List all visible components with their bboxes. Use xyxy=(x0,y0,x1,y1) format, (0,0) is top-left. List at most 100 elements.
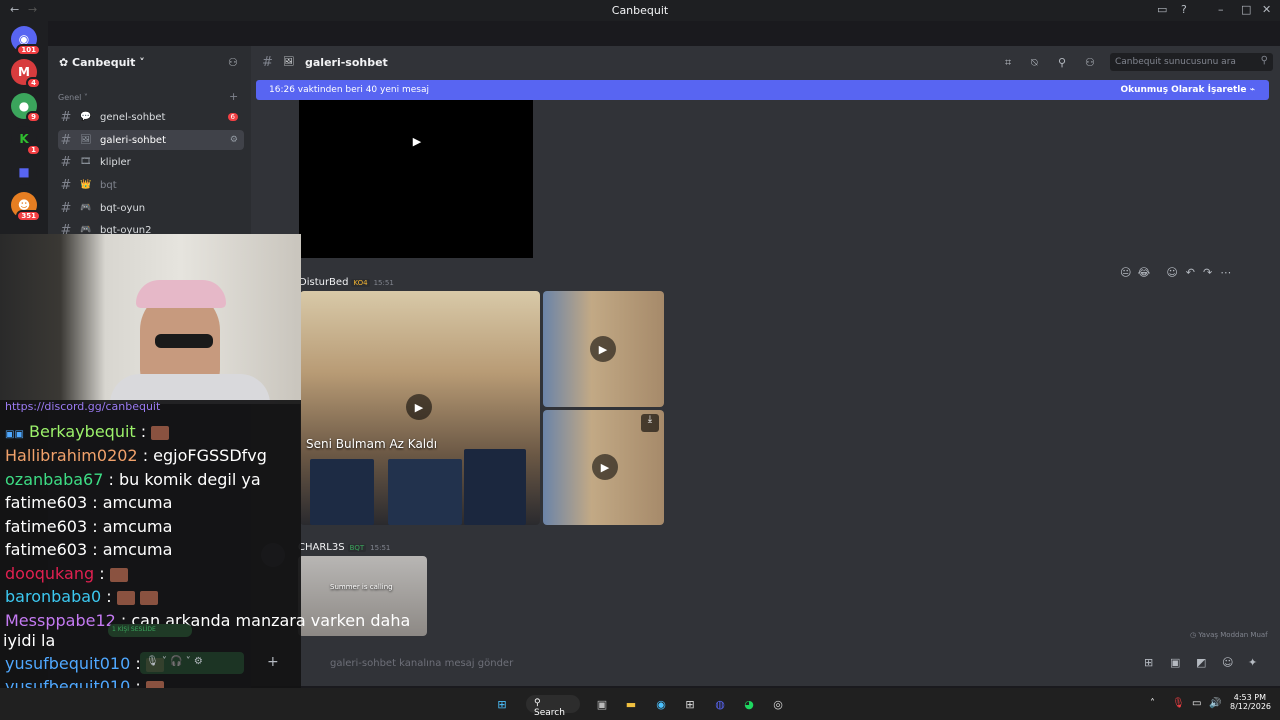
channel-galeri-sohbet[interactable]: # 🖼 galeri-sohbet ⚙ xyxy=(58,130,244,150)
gif-icon[interactable]: ▣ xyxy=(1170,656,1180,669)
play-icon[interactable]: ▶ xyxy=(406,394,432,420)
pin-icon[interactable]: ⚲ xyxy=(1058,56,1066,69)
mark-read-button[interactable]: Okunmuş Olarak İşaretle ⌁ xyxy=(1120,85,1255,95)
headphones-icon[interactable]: 🎧 xyxy=(170,656,182,667)
chat-message: fatime603 : amcuma xyxy=(5,540,172,559)
app-icon[interactable]: ◎ xyxy=(768,694,788,714)
channel-genel-sohbet[interactable]: # 💬 genel-sohbet 6 xyxy=(58,107,244,127)
file-explorer-icon[interactable]: ▬ xyxy=(621,694,641,714)
help-icon[interactable]: ? xyxy=(1181,3,1187,16)
chrome-icon[interactable]: ◉ xyxy=(651,694,671,714)
network-icon[interactable]: ▭ xyxy=(1192,698,1201,709)
invite-icon[interactable]: ⚇ xyxy=(228,56,238,69)
more-options-icon[interactable]: ⋯ xyxy=(1220,266,1231,279)
username[interactable]: DisturBed xyxy=(299,277,348,288)
mute-bell-icon[interactable]: ⍉ xyxy=(1031,56,1038,70)
slowmode-exempt: ◷ Yavaş Moddan Muaf xyxy=(1190,631,1268,639)
server-icon[interactable]: M4 xyxy=(11,59,41,89)
forward-icon[interactable]: ↷ xyxy=(1203,266,1212,279)
chat-user: fatime603 xyxy=(5,493,88,512)
video-attachment[interactable]: ⤓ ▶ xyxy=(543,410,664,525)
mention-badge: 4 xyxy=(26,77,41,89)
play-icon[interactable]: ▶ xyxy=(592,454,618,480)
chat-text: : xyxy=(94,564,105,583)
folder-icon[interactable]: ■ xyxy=(11,159,37,185)
add-channel-icon[interactable]: + xyxy=(229,90,238,103)
chat-message: fatime603 : amcuma xyxy=(5,517,172,536)
home-server-icon[interactable]: ◉ 101 xyxy=(11,26,41,56)
new-messages-bar[interactable]: 16:26 vaktinden beri 40 yeni mesaj Okunm… xyxy=(256,80,1269,100)
tray-mic-icon[interactable]: 🎙 xyxy=(1172,698,1185,709)
server-icon[interactable]: ● 9 xyxy=(11,93,41,123)
video-attachment[interactable]: ▶ xyxy=(299,100,533,258)
emoji-icon[interactable]: ☺ xyxy=(1222,656,1233,669)
members-icon[interactable]: ⚇ xyxy=(1085,56,1095,69)
chat-message: ▣▣ Berkaybequit : xyxy=(5,422,170,441)
play-icon[interactable]: ▶ xyxy=(590,336,616,362)
start-icon[interactable]: ⊞ xyxy=(492,694,512,714)
hash-icon: # xyxy=(60,154,72,170)
search-input[interactable]: Canbequit sunucusunu ara ⚲ xyxy=(1110,53,1273,71)
channel-klipler[interactable]: # 🎞 klipler xyxy=(58,152,244,172)
channel-name: bqt-oyun xyxy=(100,202,146,214)
guild-header[interactable]: ✿ Canbequit ˅ xyxy=(59,56,145,69)
store-icon[interactable]: ⊞ xyxy=(680,694,700,714)
chat-user: Messppabe12 xyxy=(5,611,116,630)
add-reaction-icon[interactable]: ☺ xyxy=(1166,266,1177,279)
server-icon[interactable]: ☻ 351 xyxy=(11,192,41,222)
volume-icon[interactable]: 🔊 xyxy=(1209,698,1221,709)
chat-text: : amcuma xyxy=(87,517,173,536)
inbox-icon[interactable]: ▭ xyxy=(1157,3,1167,16)
spotify-icon[interactable]: ◕ xyxy=(739,694,759,714)
mention-badge: 9 xyxy=(26,111,41,123)
channel-emoji: 🎮 xyxy=(80,203,92,213)
discord-icon[interactable]: ◍ xyxy=(710,694,730,714)
chat-user: fatime603 xyxy=(5,540,88,559)
channel-name: bqt xyxy=(100,179,117,191)
window-titlebar: ← → Canbequit ▭ ? – □ ✕ xyxy=(0,0,1280,21)
sunglasses xyxy=(155,334,213,348)
apps-icon[interactable]: ✦ xyxy=(1248,656,1257,669)
play-icon[interactable]: ▶ xyxy=(404,128,430,154)
chat-message: ozanbaba67 : bu komik degil ya xyxy=(5,470,261,489)
attach-plus-icon[interactable]: + xyxy=(267,654,279,670)
clock[interactable]: 4:53 PM 8/12/2026 xyxy=(1230,693,1271,711)
channel-settings-icon[interactable]: ⚙ xyxy=(230,135,238,145)
reaction-emoji-icon[interactable]: 😂 xyxy=(1137,266,1150,279)
channel-emoji-icon: 🖼 xyxy=(283,57,295,67)
message-composer[interactable]: galeri-sohbet kanalına mesaj gönder ⊞ ▣ … xyxy=(290,651,1280,675)
server-icon[interactable]: K1 xyxy=(11,126,41,156)
voice-status-pill[interactable]: 1 KİŞİ SESLİDE xyxy=(108,624,192,637)
minimize-icon[interactable]: – xyxy=(1218,3,1224,16)
username[interactable]: CHARL3S xyxy=(298,542,345,553)
window-title: Canbequit xyxy=(611,4,669,17)
chat-emote xyxy=(151,425,170,440)
search-icon: ⚲ xyxy=(1260,55,1268,66)
channel-bqt[interactable]: # 👑 bqt xyxy=(58,175,244,195)
chat-user: Hallibrahim0202 xyxy=(5,446,138,465)
reaction-emoji-icon[interactable]: 😐 xyxy=(1120,266,1131,279)
video-attachment[interactable]: ▶ xyxy=(543,291,664,407)
chat-text: : amcuma xyxy=(87,493,173,512)
channel-bqt-oyun[interactable]: # 🎮 bqt-oyun xyxy=(58,198,244,218)
close-window-icon[interactable]: ✕ xyxy=(1262,3,1271,16)
video-attachment[interactable]: Seni Bulmam Az Kaldı ▶ xyxy=(300,291,540,525)
microphone-icon[interactable]: 🎙 xyxy=(146,656,159,667)
taskbar-search[interactable]: ⚲ Search xyxy=(526,695,580,718)
task-view-icon[interactable]: ▣ xyxy=(592,694,612,714)
user-settings-icon[interactable]: ⚙ xyxy=(194,656,203,667)
threads-icon[interactable]: ⌗ xyxy=(1005,56,1011,70)
message-actions: 😐 😂 ☺ ↶ ↷ ⋯ xyxy=(1120,266,1270,284)
hash-icon: # xyxy=(60,109,72,125)
channel-emoji: 🎞 xyxy=(80,157,92,167)
reply-icon[interactable]: ↶ xyxy=(1186,266,1195,279)
channel-hash-icon: # xyxy=(262,55,273,70)
category-label[interactable]: Genel ˅ xyxy=(58,93,88,102)
chat-emote xyxy=(116,590,135,605)
sticker-icon[interactable]: ◩ xyxy=(1196,656,1206,669)
maximize-icon[interactable]: □ xyxy=(1241,3,1251,16)
chat-message: Messppabe12 : can arkanda manzara varken… xyxy=(5,611,410,630)
tray-chevron-icon[interactable]: ˄ xyxy=(1150,698,1155,709)
gift-icon[interactable]: ⊞ xyxy=(1144,656,1153,669)
download-icon[interactable]: ⤓ xyxy=(641,414,659,432)
